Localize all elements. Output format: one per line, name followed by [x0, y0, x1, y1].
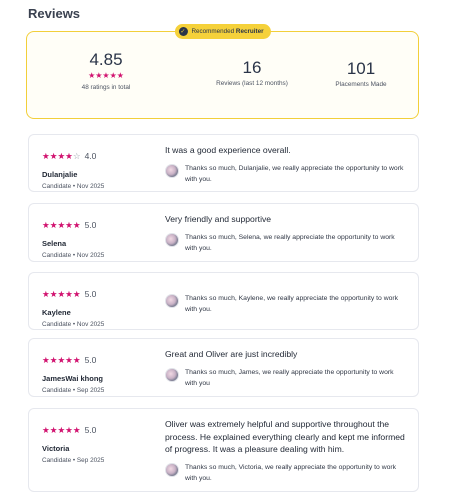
- review-text: Very friendly and supportive: [165, 214, 272, 224]
- reviewer-meta: Candidate • Nov 2025: [42, 321, 105, 328]
- star-filled-icon: ★: [57, 290, 66, 300]
- reviewer-name: Victoria: [42, 444, 70, 453]
- rating-summary-panel: ✓ Recommended Recruiter 4.85 ★★★★★ 48 ra…: [26, 24, 419, 119]
- recent-reviews-stat: 16 Reviews (last 12 months): [197, 59, 307, 87]
- recruiter-reply: Thanks so much, Dulanjalie, we really ap…: [165, 163, 406, 185]
- reply-text: Thanks so much, James, we really appreci…: [185, 368, 394, 387]
- reply-text: Thanks so much, Dulanjalie, we really ap…: [185, 164, 404, 183]
- reviewer-meta: Candidate • Sep 2025: [42, 457, 105, 464]
- recent-reviews-value: 16: [242, 58, 262, 77]
- reply-text: Thanks so much, Selena, we really apprec…: [185, 233, 395, 252]
- reviewer-name: Selena: [42, 239, 67, 248]
- star-filled-icon: ★: [42, 221, 50, 231]
- star-filled-icon: ★: [109, 71, 117, 80]
- recruiter-reply: Thanks so much, Victoria, we really appr…: [165, 462, 406, 484]
- star-filled-icon: ★: [116, 71, 124, 80]
- review-card: ★★★★★ 5.0 JamesWai khong Candidate • Sep …: [28, 338, 419, 397]
- reviewer-meta: Candidate • Sep 2025: [42, 387, 105, 394]
- ratings-count: 48 ratings in total: [81, 84, 131, 91]
- review-rating: 4.0: [84, 151, 97, 161]
- recruiter-reply: Thanks so much, Selena, we really apprec…: [165, 232, 406, 254]
- star-filled-icon: ★: [57, 356, 66, 366]
- star-filled-icon: ★: [72, 290, 81, 300]
- star-filled-icon: ★: [42, 152, 50, 162]
- star-filled-icon: ★: [72, 426, 81, 436]
- badge-strong: Recruiter: [235, 28, 264, 35]
- star-filled-icon: ★: [72, 221, 81, 231]
- review-card: ★★★★☆ 4.0 Dulanjalie Candidate • Nov 2025…: [28, 134, 419, 192]
- review-text: It was a good experience overall.: [165, 145, 291, 155]
- review-rating: 5.0: [84, 289, 97, 299]
- reviewer-name: Kaylene: [42, 308, 71, 317]
- reply-text: Thanks so much, Victoria, we really appr…: [185, 463, 397, 482]
- reply-text: Thanks so much, Kaylene, we really appre…: [185, 295, 399, 313]
- review-rating: 5.0: [84, 220, 97, 230]
- review-stars: ★★★★★: [42, 356, 81, 366]
- star-filled-icon: ★: [42, 290, 50, 300]
- overall-rating: 4.85 ★★★★★ 48 ratings in total: [67, 51, 145, 91]
- recruiter-avatar: [165, 163, 179, 178]
- recruiter-reply: Thanks so much, Kaylene, we really appre…: [165, 293, 406, 315]
- review-rating: 5.0: [84, 355, 97, 365]
- review-stars: ★★★★★: [42, 221, 81, 231]
- recent-reviews-label: Reviews (last 12 months): [216, 80, 288, 87]
- review-stars: ★★★★☆: [42, 152, 81, 162]
- review-stars: ★★★★★: [42, 290, 81, 300]
- recruiter-avatar: [165, 232, 179, 247]
- reviewer-meta: Candidate • Nov 2025: [42, 252, 105, 259]
- star-filled-icon: ★: [57, 221, 66, 231]
- star-filled-icon: ★: [65, 290, 73, 300]
- recruiter-avatar: [165, 462, 179, 477]
- star-filled-icon: ★: [65, 221, 73, 231]
- overall-rating-value: 4.85: [89, 50, 123, 69]
- review-card: ★★★★★ 5.0 Victoria Candidate • Sep 2025 O…: [28, 408, 419, 492]
- recruiter-avatar: [165, 294, 179, 308]
- star-filled-icon: ★: [65, 152, 73, 162]
- star-filled-icon: ★: [42, 356, 50, 366]
- reviewer-meta: Candidate • Nov 2025: [42, 183, 105, 190]
- star-filled-icon: ★: [65, 356, 73, 366]
- review-text: Great and Oliver are just incredibly: [165, 349, 298, 359]
- review-card: ★★★★★ 5.0 Selena Candidate • Nov 2025 Ver…: [28, 203, 419, 262]
- review-card: ★★★★★ 5.0 Kaylene Candidate • Nov 2025 Th…: [28, 272, 419, 330]
- star-filled-icon: ★: [102, 71, 110, 80]
- review-text: Oliver was extremely helpful and support…: [165, 419, 405, 454]
- checkmark-shield-icon: ✓: [178, 27, 188, 36]
- review-rating: 5.0: [84, 425, 97, 435]
- placements-label: Placements Made: [335, 81, 387, 88]
- reviewer-name: Dulanjalie: [42, 170, 78, 179]
- star-filled-icon: ★: [65, 426, 73, 436]
- recruiter-avatar: [165, 367, 179, 382]
- review-stars: ★★★★★: [42, 426, 81, 436]
- badge-prefix: Recommended: [191, 28, 236, 35]
- star-filled-icon: ★: [57, 426, 66, 436]
- star-filled-icon: ★: [72, 356, 81, 366]
- reviewer-name: JamesWai khong: [42, 374, 103, 383]
- placements-value: 101: [346, 59, 376, 78]
- recruiter-reply: Thanks so much, James, we really appreci…: [165, 367, 406, 389]
- star-filled-icon: ★: [57, 152, 66, 162]
- star-empty-icon: ☆: [72, 152, 81, 162]
- placements-stat: 101 Placements Made: [320, 60, 402, 88]
- reviews-heading: Reviews: [28, 6, 81, 21]
- recommended-recruiter-badge: ✓ Recommended Recruiter: [174, 24, 271, 39]
- overall-rating-stars: ★★★★★: [67, 72, 145, 80]
- star-filled-icon: ★: [42, 426, 50, 436]
